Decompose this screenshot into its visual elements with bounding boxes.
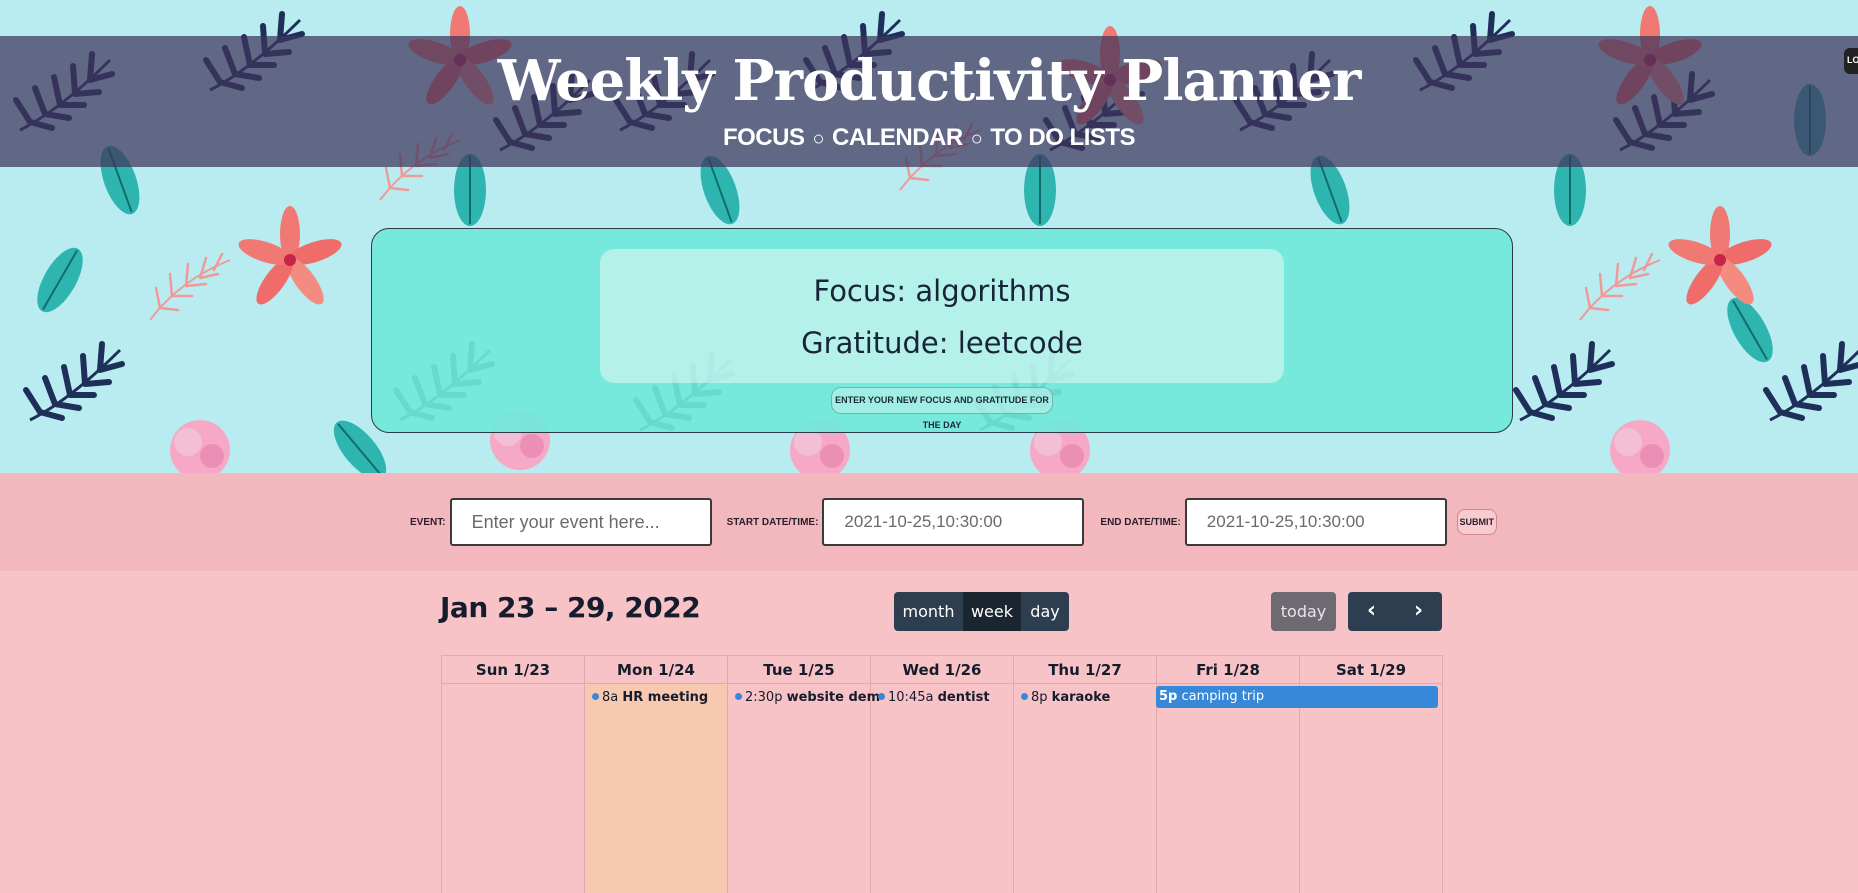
nav-separator: ○ (970, 128, 983, 150)
event-time: 8a (602, 690, 619, 705)
nav-link-todo-lists[interactable]: TO DO LISTS (990, 124, 1135, 152)
event-title: HR meeting (622, 690, 709, 705)
event-time: 10:45a (888, 690, 934, 705)
enter-focus-button[interactable]: ENTER YOUR NEW FOCUS AND GRATITUDE FOR T… (831, 387, 1053, 430)
login-tab[interactable]: LO (1844, 48, 1858, 74)
day-cell[interactable] (442, 684, 584, 893)
event-time: 5p (1159, 689, 1178, 704)
day-view-button[interactable]: day (1021, 592, 1069, 631)
chevron-left-icon: ‹ (1366, 598, 1377, 623)
view-switcher: month week day (894, 592, 1069, 631)
calendar-range-title: Jan 23 – 29, 2022 (440, 591, 701, 624)
day-header: Thu 1/27 (1014, 655, 1156, 684)
gratitude-label: Gratitude: (801, 326, 949, 360)
event-time: 8p (1031, 690, 1048, 705)
nav-link-calendar[interactable]: CALENDAR (832, 124, 963, 152)
event-form: EVENT: Enter your event here... START DA… (0, 473, 1858, 571)
day-cell[interactable] (1014, 684, 1156, 893)
day-column-wed[interactable]: Wed 1/26 10:45a dentist (871, 655, 1014, 893)
next-week-button[interactable]: › (1395, 592, 1442, 631)
day-column-tue[interactable]: Tue 1/25 2:30p website dem (728, 655, 880, 893)
today-button[interactable]: today (1271, 592, 1336, 631)
event-input[interactable]: Enter your event here... (449, 498, 712, 546)
event-dot-icon (592, 693, 599, 700)
event-dot-icon (878, 693, 885, 700)
focus-card: Focus: algorithms Gratitude: leetcode (600, 249, 1284, 383)
day-cell-today[interactable] (585, 684, 727, 893)
day-header: Mon 1/24 (585, 655, 727, 684)
focus-panel: Focus: algorithms Gratitude: leetcode EN… (371, 228, 1513, 433)
day-header: Wed 1/26 (871, 655, 1013, 684)
event-camping-trip[interactable]: 5p camping trip (1156, 686, 1438, 708)
main-nav: FOCUS ○ CALENDAR ○ TO DO LISTS (0, 124, 1858, 152)
event-hr-meeting[interactable]: 8a HR meeting (585, 687, 708, 709)
event-karaoke[interactable]: 8p karaoke (1014, 687, 1110, 709)
focus-label: Focus: (813, 274, 907, 308)
header-banner: Weekly Productivity Planner FOCUS ○ CALEND… (0, 36, 1858, 167)
start-datetime-input[interactable]: 2021-10-25,10:30:00 (822, 498, 1085, 546)
event-title: dentist (937, 690, 990, 705)
month-view-button[interactable]: month (894, 592, 963, 631)
prev-week-button[interactable]: ‹ (1348, 592, 1395, 631)
chevron-right-icon: › (1413, 598, 1424, 623)
day-cell[interactable] (871, 684, 1013, 893)
week-view-button[interactable]: week (963, 592, 1021, 631)
end-datetime-label: END DATE/TIME: (1100, 516, 1181, 528)
event-dot-icon (1021, 693, 1028, 700)
day-column-mon[interactable]: Mon 1/24 8a HR meeting (585, 655, 728, 893)
day-header: Sun 1/23 (442, 655, 584, 684)
end-datetime-input[interactable]: 2021-10-25,10:30:00 (1184, 498, 1447, 546)
event-dot-icon (735, 693, 742, 700)
page-title: Weekly Productivity Planner (497, 48, 1362, 114)
day-header: Sat 1/29 (1300, 655, 1442, 684)
nav-link-focus[interactable]: FOCUS (723, 124, 805, 152)
event-label: EVENT: (410, 516, 446, 528)
day-header: Fri 1/28 (1157, 655, 1299, 684)
submit-button[interactable]: SUBMIT (1456, 509, 1497, 535)
day-cell[interactable] (1157, 684, 1299, 893)
day-cell[interactable] (1300, 684, 1442, 893)
start-datetime-label: START DATE/TIME: (726, 516, 819, 528)
event-form-row: EVENT: Enter your event here... START DA… (410, 498, 1497, 546)
event-website-demo[interactable]: 2:30p website dem (728, 687, 880, 709)
event-dentist[interactable]: 10:45a dentist (871, 687, 990, 709)
prev-next-group: ‹ › (1348, 592, 1442, 631)
gratitude-line: Gratitude: leetcode (600, 317, 1284, 369)
focus-line: Focus: algorithms (600, 265, 1284, 317)
nav-separator: ○ (812, 128, 825, 150)
gratitude-value: leetcode (957, 326, 1083, 360)
day-column-sun[interactable]: Sun 1/23 (442, 655, 585, 893)
event-time: 2:30p (745, 690, 783, 705)
day-column-thu[interactable]: Thu 1/27 8p karaoke (1014, 655, 1157, 893)
day-cell[interactable] (728, 684, 870, 893)
day-header: Tue 1/25 (728, 655, 870, 684)
event-title: karaoke (1051, 690, 1111, 705)
event-title: website dem (786, 690, 881, 705)
event-title: camping trip (1181, 689, 1265, 704)
focus-value: algorithms (915, 274, 1071, 308)
